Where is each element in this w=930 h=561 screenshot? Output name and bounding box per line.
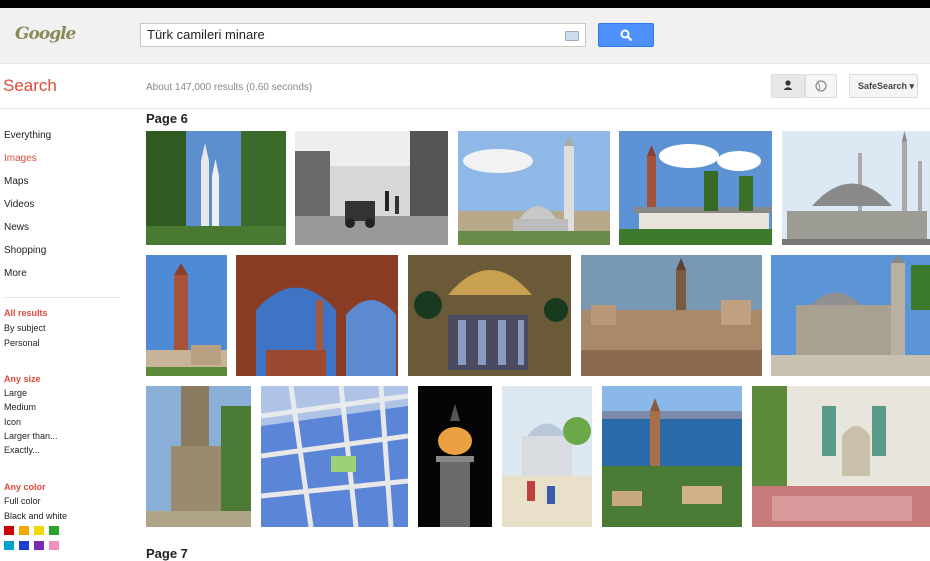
mosque-interior-carpet-image [752,386,930,527]
filter-full-color[interactable]: Full color [4,496,41,506]
image-result[interactable] [782,131,930,245]
color-swatch[interactable] [34,526,44,535]
color-swatch[interactable] [19,526,29,535]
image-result[interactable] [502,386,592,527]
nav-maps[interactable]: Maps [4,176,28,187]
image-result[interactable] [295,131,448,245]
filter-personal[interactable]: Personal [4,338,40,348]
nav-shopping[interactable]: Shopping [4,245,46,256]
nav-everything[interactable]: Everything [4,130,51,141]
search-field[interactable] [140,23,586,47]
page-6-label: Page 6 [146,111,188,126]
color-swatch[interactable] [4,541,14,550]
color-swatch[interactable] [49,526,59,535]
filter-any-color[interactable]: Any color [4,482,46,492]
color-swatch[interactable] [34,541,44,550]
image-result[interactable] [261,386,408,527]
nav-news[interactable]: News [4,222,29,233]
filter-size-larger-than[interactable]: Larger than... [4,431,58,441]
filter-size-medium[interactable]: Medium [4,402,36,412]
filter-by-subject[interactable]: By subject [4,323,46,333]
color-swatch[interactable] [19,541,29,550]
lit-minaret-night-image [418,386,492,527]
filter-any-size[interactable]: Any size [4,374,41,384]
filter-size-exactly[interactable]: Exactly... [4,445,40,455]
antalya-yivli-minaret-image [602,386,742,527]
street-map-image [261,386,408,527]
stone-mosque-minaret-image [771,255,930,376]
global-results-button[interactable] [805,74,837,98]
search-button[interactable] [598,23,654,47]
logo-text: Google [15,24,76,44]
person-icon [783,80,793,90]
image-result[interactable] [581,255,762,376]
image-result[interactable] [408,255,571,376]
image-result[interactable] [418,386,492,527]
image-result[interactable] [146,255,227,376]
mosque-minarets-trees-image [146,131,286,245]
image-result[interactable] [458,131,610,245]
search-icon [620,29,633,42]
filter-black-white[interactable]: Black and white [4,511,67,521]
google-logo[interactable]: Google [15,24,76,50]
filter-size-icon[interactable]: Icon [4,417,21,427]
image-result[interactable] [236,255,398,376]
results-bar: Search About 147,000 results (0.60 secon… [0,64,930,109]
hagia-sophia-interior-image [408,255,571,376]
large-domed-mosque-image [782,131,930,245]
image-result[interactable] [771,255,930,376]
search-section-label: Search [3,76,57,95]
image-result[interactable] [752,386,930,527]
old-street-photo-bw-image [295,131,448,245]
ruined-minaret-street-image [146,386,251,527]
sidebar-divider [4,297,119,298]
personal-results-button[interactable] [771,74,805,98]
nav-more[interactable]: More [4,268,27,279]
image-result[interactable] [146,386,251,527]
nav-videos[interactable]: Videos [4,199,34,210]
color-swatch[interactable] [4,526,14,535]
top-black-bar [0,0,930,8]
city-view-minaret-image [581,255,762,376]
safesearch-button[interactable]: SafeSearch ▾ [849,74,918,98]
arched-ruins-minaret-image [236,255,398,376]
filter-all-results[interactable]: All results [4,308,48,318]
results-stats: About 147,000 results (0.60 seconds) [146,82,313,93]
brick-minaret-tower-image [146,255,227,376]
image-result[interactable] [619,131,772,245]
painted-mosque-scene-image [502,386,592,527]
mosque-garden-minaret-image [619,131,772,245]
keyboard-icon[interactable] [565,31,579,41]
globe-icon [815,80,827,92]
mosque-with-tall-minaret-image [458,131,610,245]
search-header: Google [0,8,930,64]
image-result[interactable] [602,386,742,527]
color-swatch[interactable] [49,541,59,550]
image-result[interactable] [146,131,286,245]
filter-size-large[interactable]: Large [4,388,27,398]
nav-images[interactable]: Images [4,153,37,164]
search-input[interactable] [141,24,553,45]
